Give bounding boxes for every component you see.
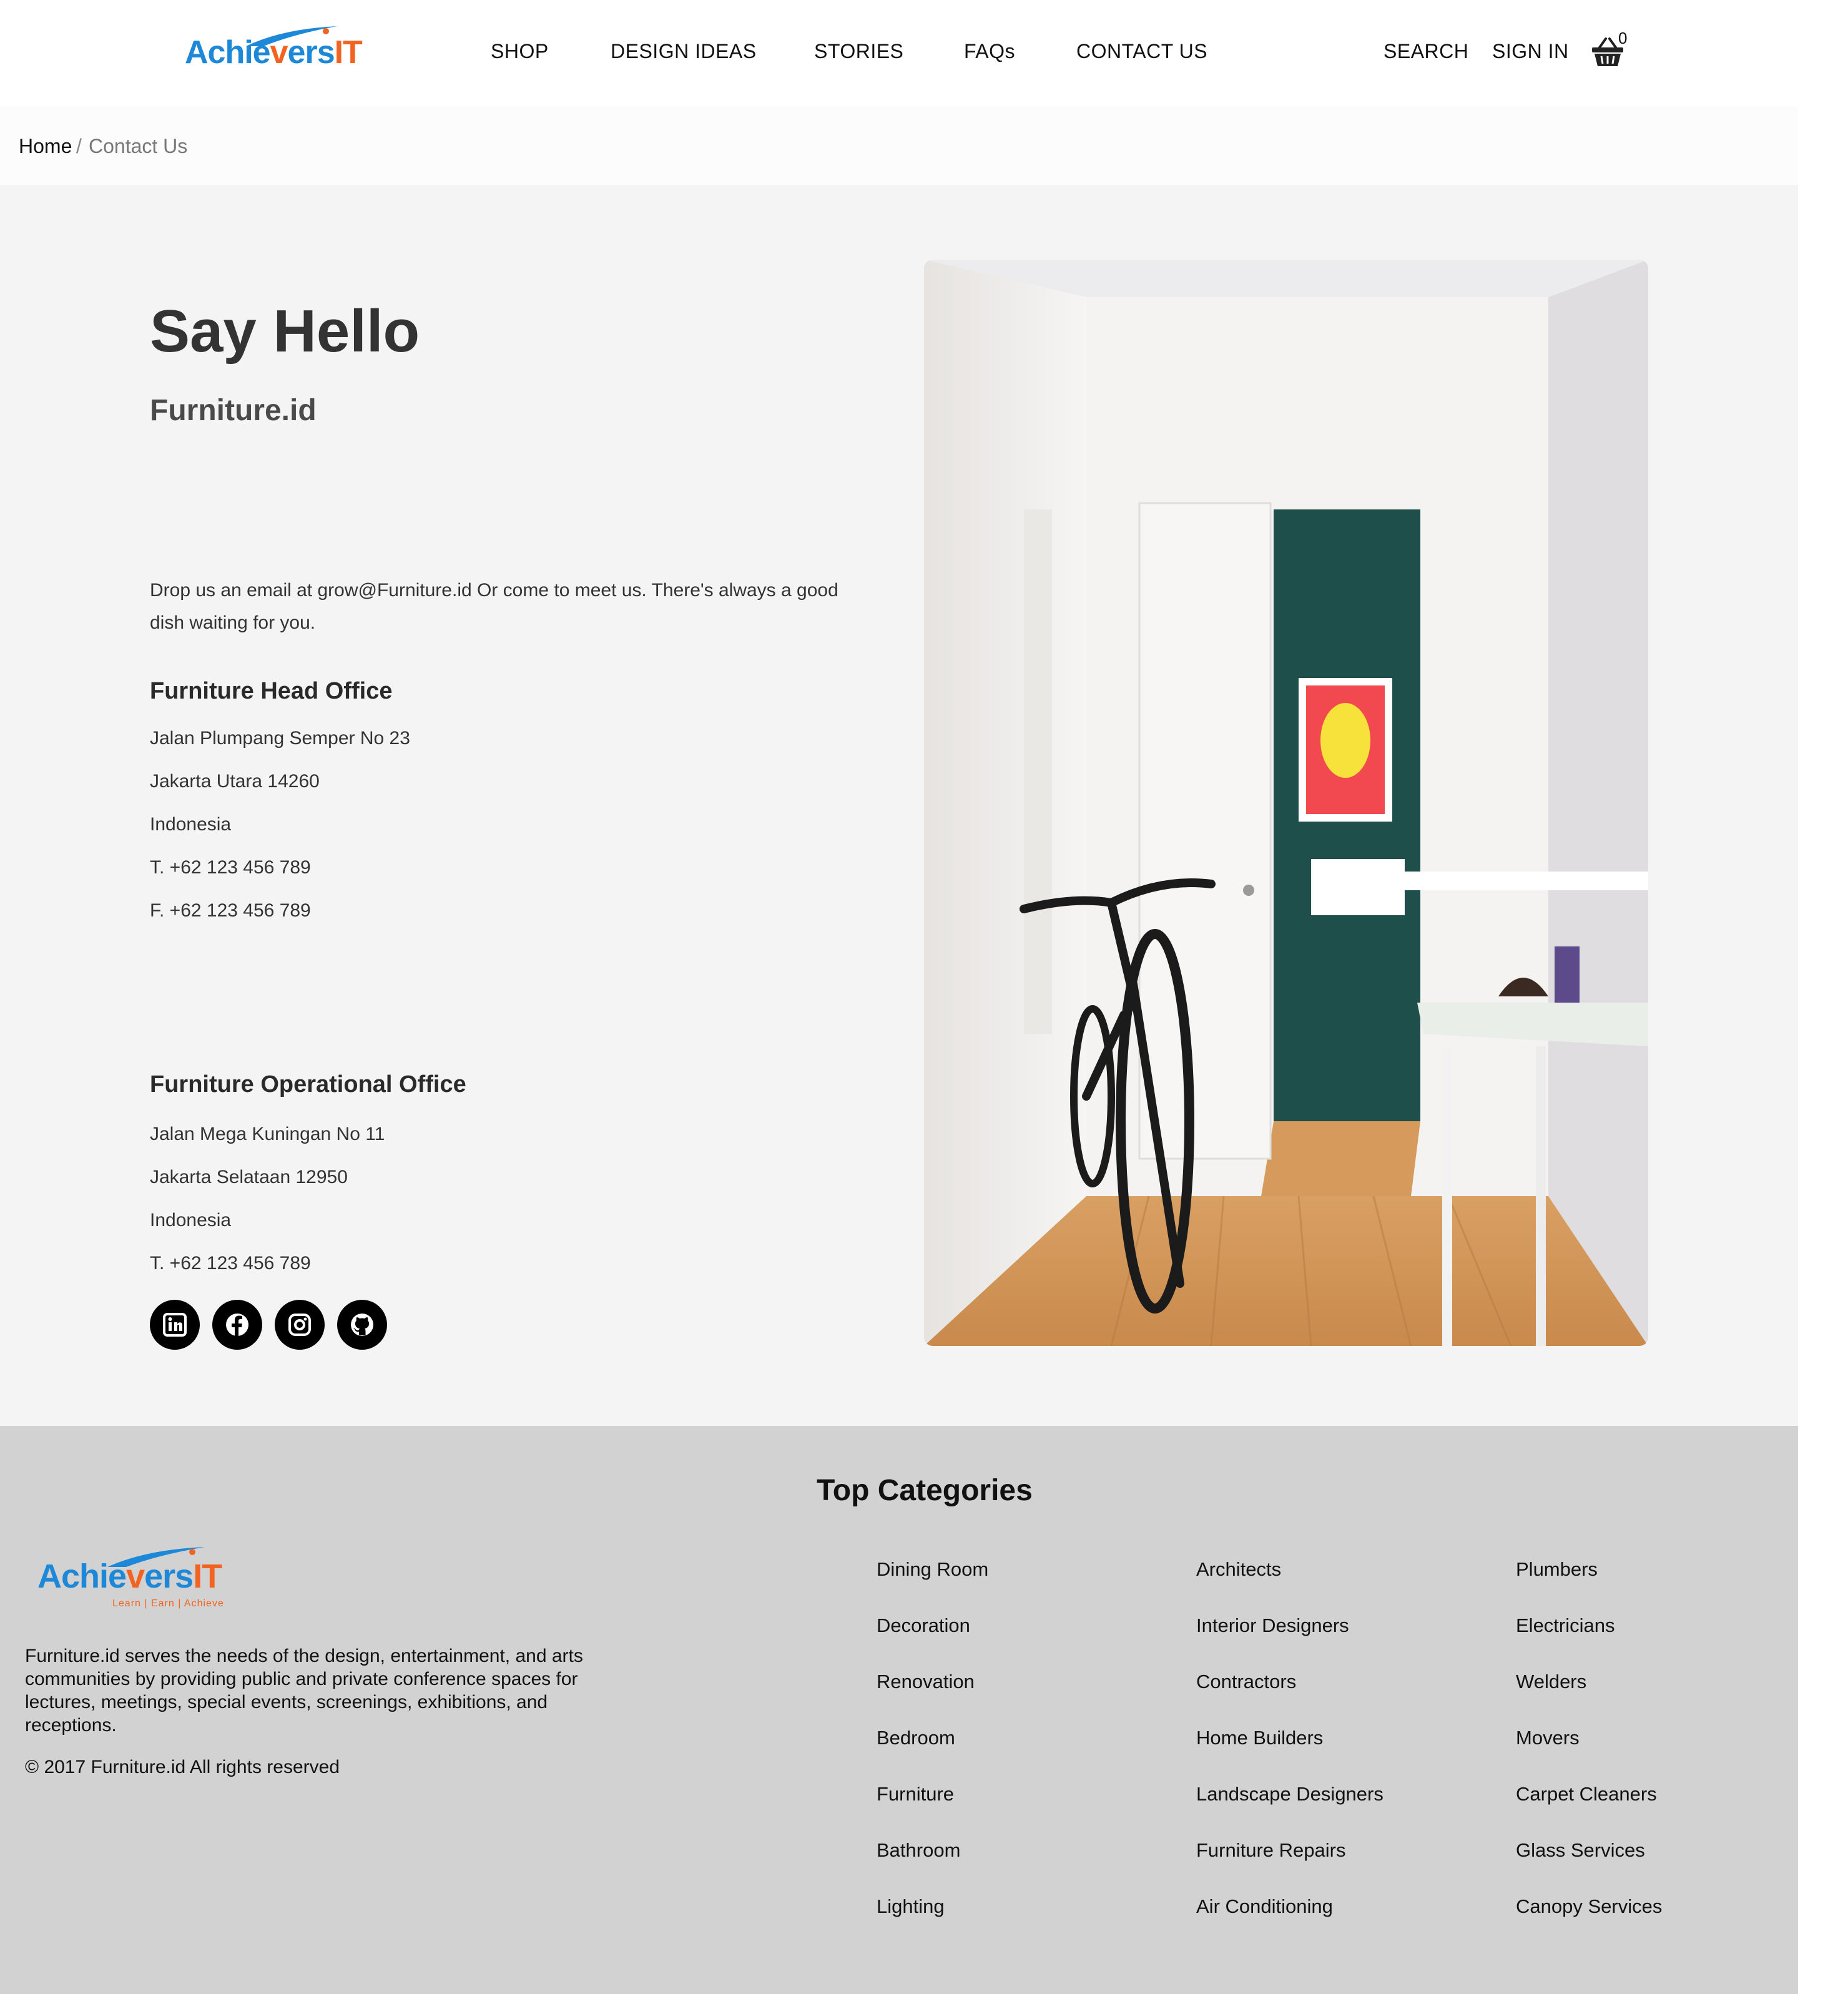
category-link[interactable]: Renovation xyxy=(877,1671,975,1693)
head-office-line: Jalan Plumpang Semper No 23 xyxy=(150,728,410,749)
logo-swoosh-icon xyxy=(246,26,337,46)
category-link[interactable]: Air Conditioning xyxy=(1196,1895,1333,1918)
site-header: AchieversIT SHOP DESIGN IDEAS STORIES FA… xyxy=(0,0,1798,106)
category-link[interactable]: Landscape Designers xyxy=(1196,1783,1384,1805)
page-title: Say Hello xyxy=(150,298,420,365)
category-link[interactable]: Home Builders xyxy=(1196,1727,1323,1749)
category-link[interactable]: Canopy Services xyxy=(1516,1895,1662,1918)
operational-office-line: Jalan Mega Kuningan No 11 xyxy=(150,1124,385,1144)
head-office-line: Indonesia xyxy=(150,814,232,835)
category-link[interactable]: Plumbers xyxy=(1516,1558,1598,1581)
github-button[interactable] xyxy=(337,1300,387,1350)
nav-design-ideas[interactable]: DESIGN IDEAS xyxy=(611,40,757,63)
cart-count-badge: 0 xyxy=(1618,29,1628,47)
contact-section: Say Hello Furniture.id Drop us an email … xyxy=(0,185,1798,1426)
nav-stories[interactable]: STORIES xyxy=(814,40,903,63)
facebook-icon xyxy=(226,1314,248,1336)
category-link[interactable]: Architects xyxy=(1196,1558,1281,1581)
site-footer: Top Categories AchieversIT Learn | Earn … xyxy=(0,1426,1798,1994)
category-link[interactable]: Carpet Cleaners xyxy=(1516,1783,1657,1805)
breadcrumb-home[interactable]: Home xyxy=(19,135,72,158)
nav-contact-us[interactable]: CONTACT US xyxy=(1076,40,1207,63)
breadcrumb-current: Contact Us xyxy=(89,135,188,157)
category-link[interactable]: Furniture Repairs xyxy=(1196,1839,1345,1862)
category-link[interactable]: Electricians xyxy=(1516,1614,1615,1637)
category-link[interactable]: Dining Room xyxy=(877,1558,988,1581)
category-link[interactable]: Furniture xyxy=(877,1783,954,1805)
operational-office-line: Indonesia xyxy=(150,1210,232,1230)
breadcrumb: Home / Contact Us xyxy=(0,106,1798,185)
head-office-fax: F. +62 123 456 789 xyxy=(150,900,311,921)
top-categories-title: Top Categories xyxy=(817,1474,1033,1507)
category-link[interactable]: Bedroom xyxy=(877,1727,955,1749)
operational-office-line: Jakarta Selataan 12950 xyxy=(150,1167,348,1187)
footer-copyright: © 2017 Furniture.id All rights reserved xyxy=(25,1757,340,1777)
operational-office-phone: T. +62 123 456 789 xyxy=(150,1253,311,1274)
github-icon xyxy=(351,1314,373,1336)
category-link[interactable]: Contractors xyxy=(1196,1671,1296,1693)
instagram-button[interactable] xyxy=(275,1300,325,1350)
footer-logo[interactable]: AchieversIT Learn | Earn | Achieve xyxy=(37,1547,243,1613)
category-link[interactable]: Glass Services xyxy=(1516,1839,1645,1862)
hallway-photo xyxy=(924,260,1648,1346)
head-office-phone: T. +62 123 456 789 xyxy=(150,857,311,878)
footer-about-text: Furniture.id serves the needs of the des… xyxy=(25,1646,583,1736)
category-link[interactable]: Interior Designers xyxy=(1196,1614,1349,1637)
footer-logo-tagline: Learn | Earn | Achieve xyxy=(112,1598,224,1609)
page-subtitle: Furniture.id xyxy=(150,394,317,427)
search-link[interactable]: SEARCH xyxy=(1384,40,1468,63)
head-office-title: Furniture Head Office xyxy=(150,678,393,704)
category-link[interactable]: Welders xyxy=(1516,1671,1586,1693)
sign-in-link[interactable]: SIGN IN xyxy=(1492,40,1569,63)
category-link[interactable]: Movers xyxy=(1516,1727,1580,1749)
category-link[interactable]: Decoration xyxy=(877,1614,970,1637)
linkedin-icon xyxy=(163,1313,187,1337)
category-link[interactable]: Bathroom xyxy=(877,1839,960,1862)
instagram-icon xyxy=(288,1314,311,1336)
operational-office-title: Furniture Operational Office xyxy=(150,1071,466,1098)
footer-logo-swoosh-icon xyxy=(107,1547,205,1567)
nav-shop[interactable]: SHOP xyxy=(491,40,549,63)
linkedin-button[interactable] xyxy=(150,1300,200,1350)
category-link[interactable]: Lighting xyxy=(877,1895,945,1918)
head-office-line: Jakarta Utara 14260 xyxy=(150,771,320,792)
contact-intro: Drop us an email at grow@Furniture.id Or… xyxy=(150,580,838,633)
achieversit-logo[interactable]: AchieversIT xyxy=(185,22,363,72)
facebook-button[interactable] xyxy=(212,1300,262,1350)
breadcrumb-separator: / xyxy=(76,135,82,157)
nav-faqs[interactable]: FAQs xyxy=(964,40,1015,63)
